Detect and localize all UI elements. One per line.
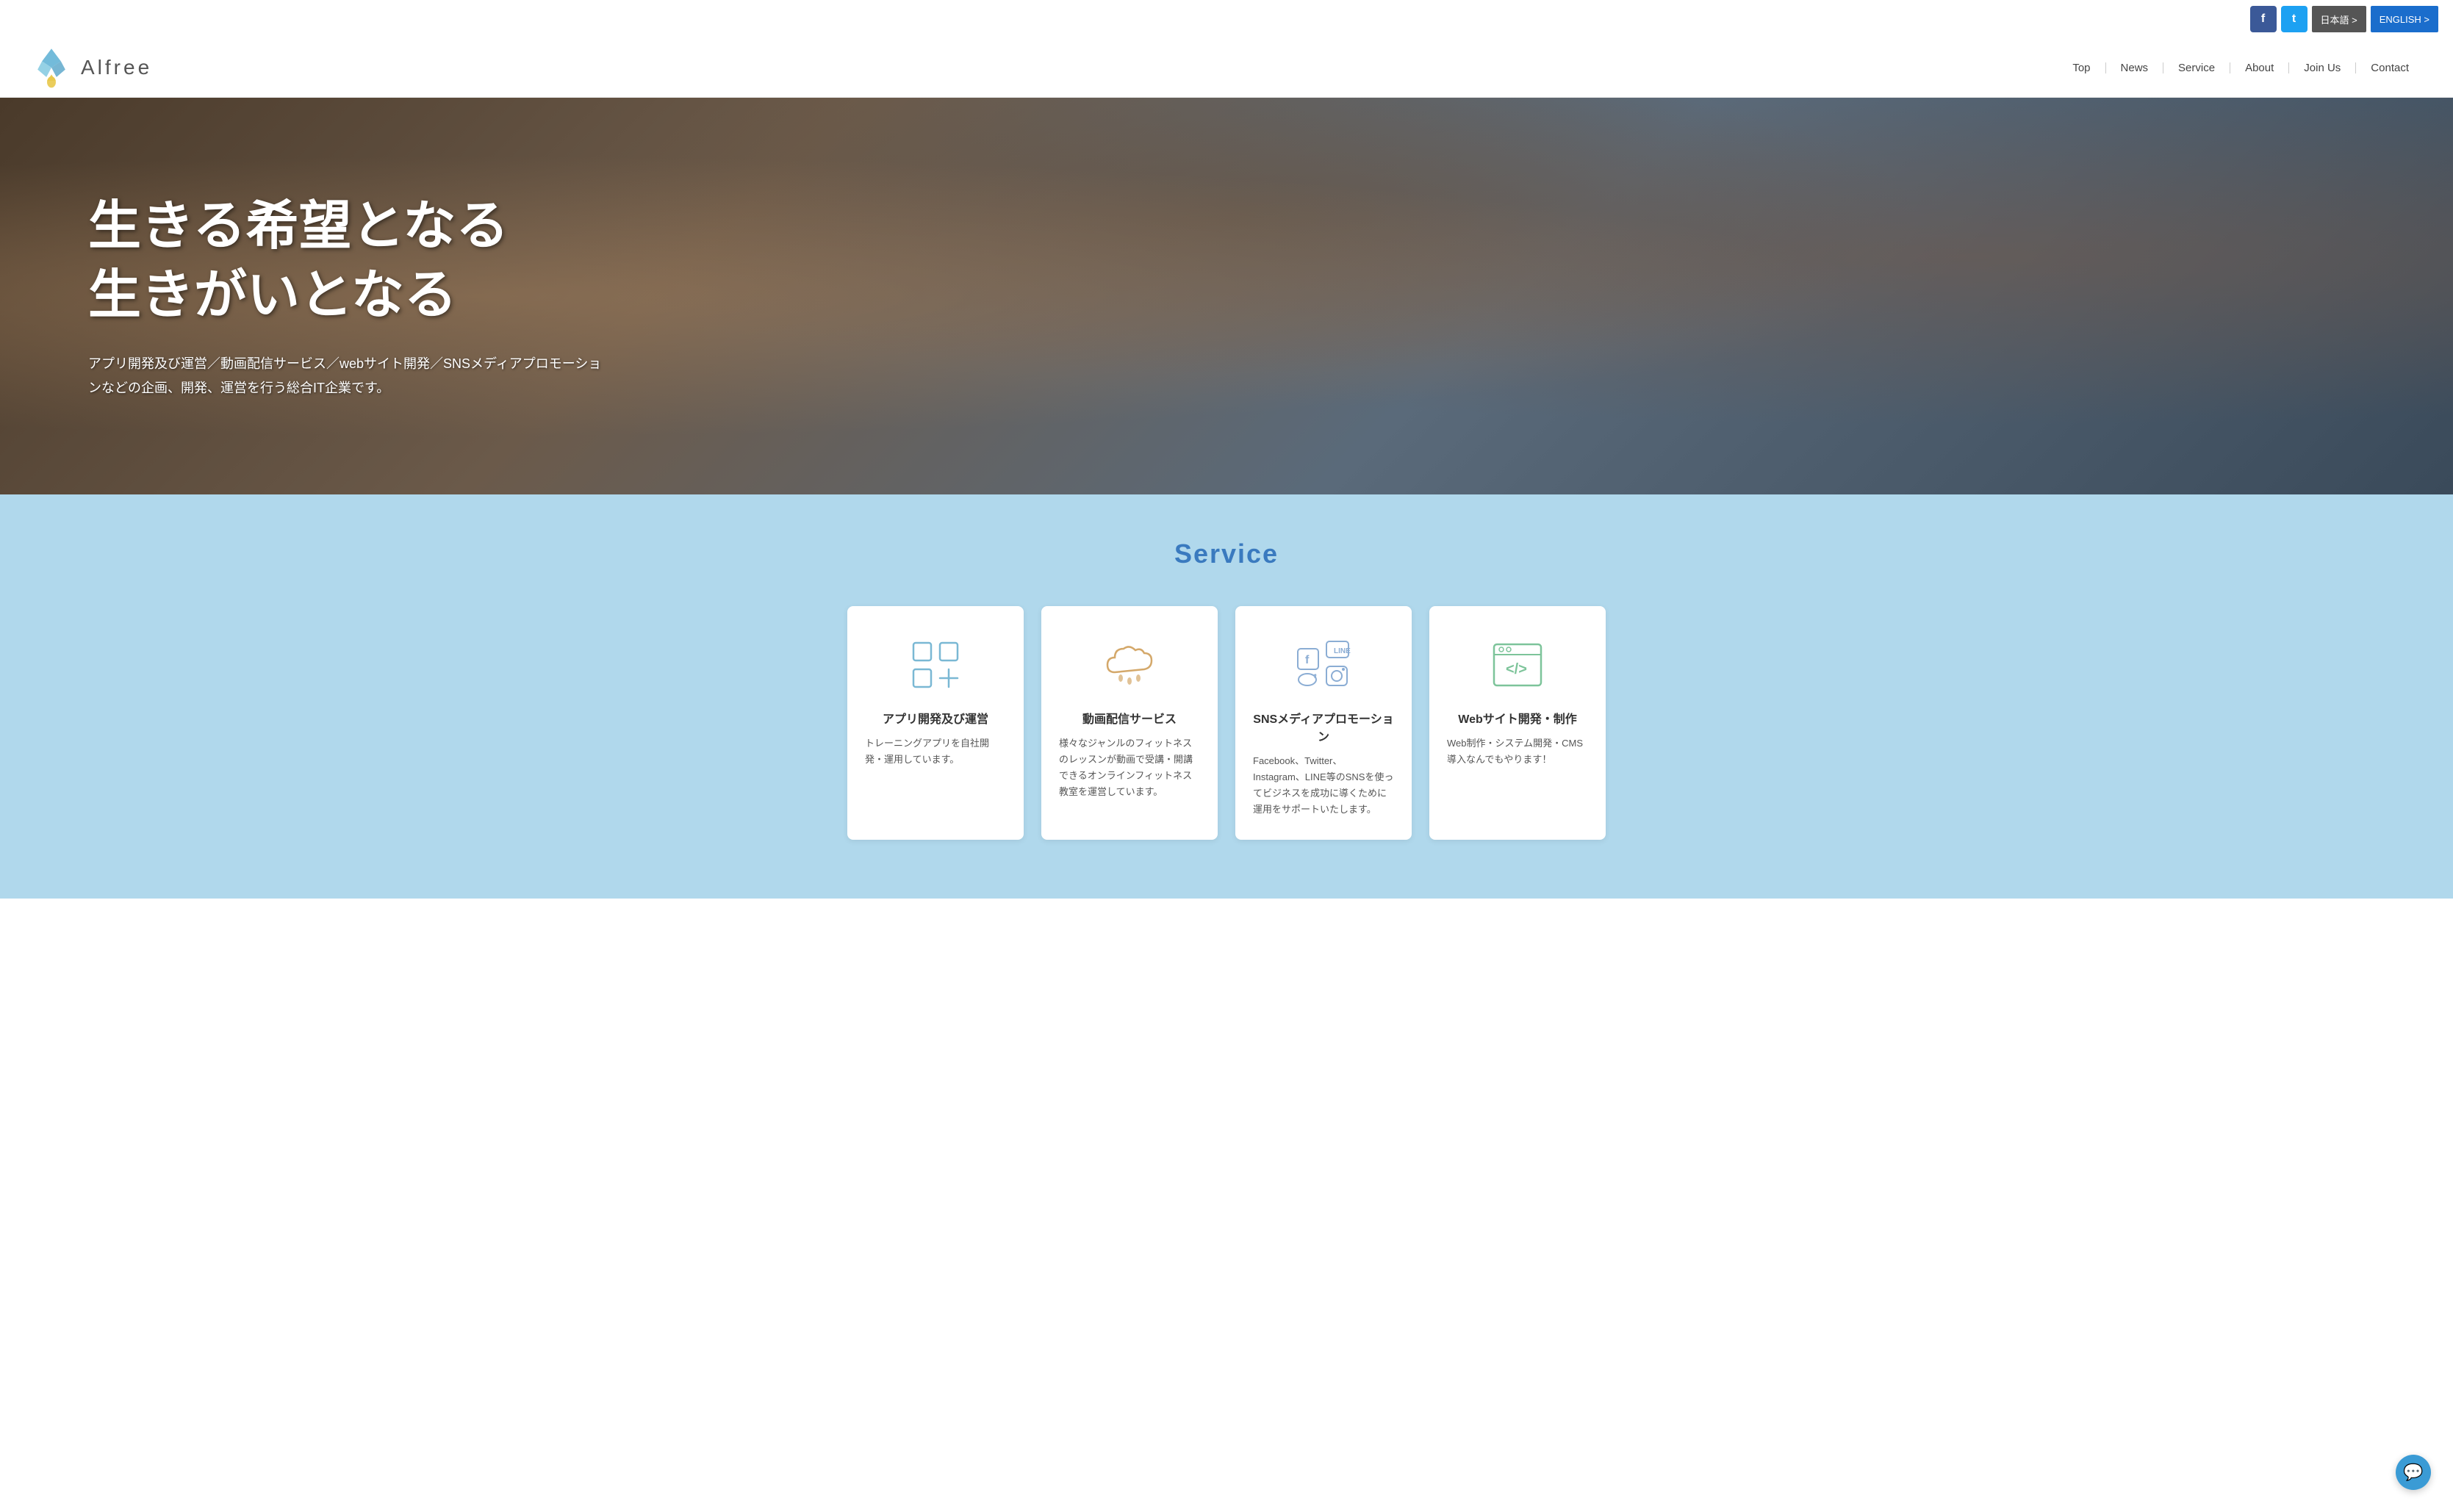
- nav-news[interactable]: News: [2106, 62, 2164, 73]
- chat-icon: 💬: [2403, 1463, 2423, 1482]
- svg-text:LINE: LINE: [1334, 647, 1351, 655]
- nav-service[interactable]: Service: [2163, 62, 2230, 73]
- japanese-language-button[interactable]: 日本語 >: [2312, 6, 2366, 32]
- service-section: Service アプリ開発及び運営 トレーニングアプリを自社開発・運用しています…: [0, 494, 2453, 899]
- nav-join-us[interactable]: Join Us: [2289, 62, 2356, 73]
- service-card-sns: f LINE SNSメディアプロモーション Facebook、Twitter、I…: [1235, 606, 1412, 840]
- web-card-desc: Web制作・システム開発・CMS導入なんでもやります！: [1447, 735, 1588, 768]
- video-card-desc: 様々なジャンルのフィットネスのレッスンが動画で受講・開講できるオンラインフィット…: [1059, 735, 1200, 800]
- sns-card-desc: Facebook、Twitter、Instagram、LINE等のSNSを使って…: [1253, 753, 1394, 818]
- service-card-video: 動画配信サービス 様々なジャンルのフィットネスのレッスンが動画で受講・開講できる…: [1041, 606, 1218, 840]
- service-card-web: </> Webサイト開発・制作 Web制作・システム開発・CMS導入なんでもやり…: [1429, 606, 1606, 840]
- hero-section: 生きる希望となる 生きがいとなる アプリ開発及び運営／動画配信サービス／webサ…: [0, 98, 2453, 494]
- hero-subtitle: アプリ開発及び運営／動画配信サービス／webサイト開発／SNSメディアプロモーシ…: [88, 352, 603, 400]
- hero-title-line2: 生きがいとなる: [88, 266, 457, 325]
- video-icon: [1100, 636, 1159, 694]
- main-nav: Top News Service About Join Us Contact: [2058, 62, 2424, 73]
- svg-text:f: f: [1305, 654, 1310, 666]
- header: Alfree Top News Service About Join Us Co…: [0, 38, 2453, 98]
- video-card-title: 動画配信サービス: [1059, 709, 1200, 727]
- english-language-button[interactable]: ENGLISH >: [2371, 6, 2438, 32]
- nav-contact[interactable]: Contact: [2356, 62, 2424, 73]
- hero-title: 生きる希望となる 生きがいとなる: [88, 192, 2365, 330]
- logo-icon: [29, 46, 73, 90]
- twitter-button[interactable]: t: [2281, 6, 2307, 32]
- nav-about[interactable]: About: [2230, 62, 2289, 73]
- web-icon: </>: [1488, 636, 1547, 694]
- app-icon: [906, 636, 965, 694]
- app-card-title: アプリ開発及び運営: [865, 709, 1006, 727]
- top-bar: f t 日本語 > ENGLISH >: [0, 0, 2453, 38]
- logo-area: Alfree: [29, 46, 152, 90]
- chat-bubble[interactable]: 💬: [2396, 1455, 2431, 1490]
- service-card-app: アプリ開発及び運営 トレーニングアプリを自社開発・運用しています。: [847, 606, 1024, 840]
- hero-title-line1: 生きる希望となる: [88, 197, 509, 256]
- hero-content: 生きる希望となる 生きがいとなる アプリ開発及び運営／動画配信サービス／webサ…: [88, 192, 2365, 400]
- app-card-desc: トレーニングアプリを自社開発・運用しています。: [865, 735, 1006, 768]
- nav-top[interactable]: Top: [2058, 62, 2105, 73]
- service-section-title: Service: [29, 539, 2424, 569]
- service-cards: アプリ開発及び運営 トレーニングアプリを自社開発・運用しています。 動画配信サー…: [29, 606, 2424, 840]
- web-card-title: Webサイト開発・制作: [1447, 709, 1588, 727]
- logo-text: Alfree: [81, 56, 152, 79]
- svg-text:</>: </>: [1506, 661, 1527, 677]
- facebook-button[interactable]: f: [2250, 6, 2277, 32]
- sns-card-title: SNSメディアプロモーション: [1253, 709, 1394, 744]
- sns-icon: f LINE: [1294, 636, 1353, 694]
